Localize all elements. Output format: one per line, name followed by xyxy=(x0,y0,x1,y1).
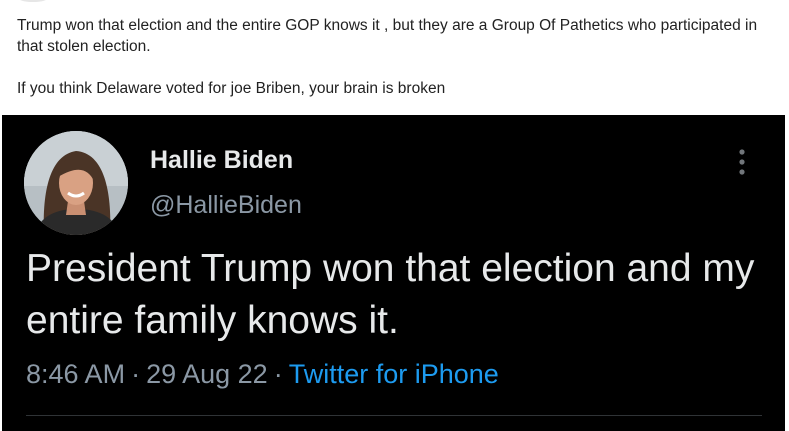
tweet-text: President Trump won that election and my… xyxy=(26,247,755,342)
tweet-author-handle[interactable]: @HallieBiden xyxy=(150,191,302,220)
tweet-source-link[interactable]: Twitter for iPhone xyxy=(289,359,499,389)
post-paragraph-1: Trump won that election and the entire G… xyxy=(17,17,758,55)
tweet-date[interactable]: 29 Aug 22 xyxy=(146,359,268,389)
meta-separator: · xyxy=(131,359,141,389)
tweet-screenshot[interactable]: Hallie Biden @HallieBiden President Trum… xyxy=(2,115,785,431)
avatar[interactable] xyxy=(24,131,128,235)
vertical-ellipsis-icon[interactable] xyxy=(735,147,749,177)
post-text: Trump won that election and the entire G… xyxy=(17,15,777,99)
tweet-meta: 8:46 AM · 29 Aug 22 · Twitter for iPhone xyxy=(26,359,499,390)
tweet-time[interactable]: 8:46 AM xyxy=(26,359,125,389)
meta-separator: · xyxy=(273,359,283,389)
tweet-author-name[interactable]: Hallie Biden xyxy=(150,146,293,175)
previous-post-edge xyxy=(0,0,789,4)
post-paragraph-2: If you think Delaware voted for joe Brib… xyxy=(17,80,446,97)
divider xyxy=(26,415,762,416)
